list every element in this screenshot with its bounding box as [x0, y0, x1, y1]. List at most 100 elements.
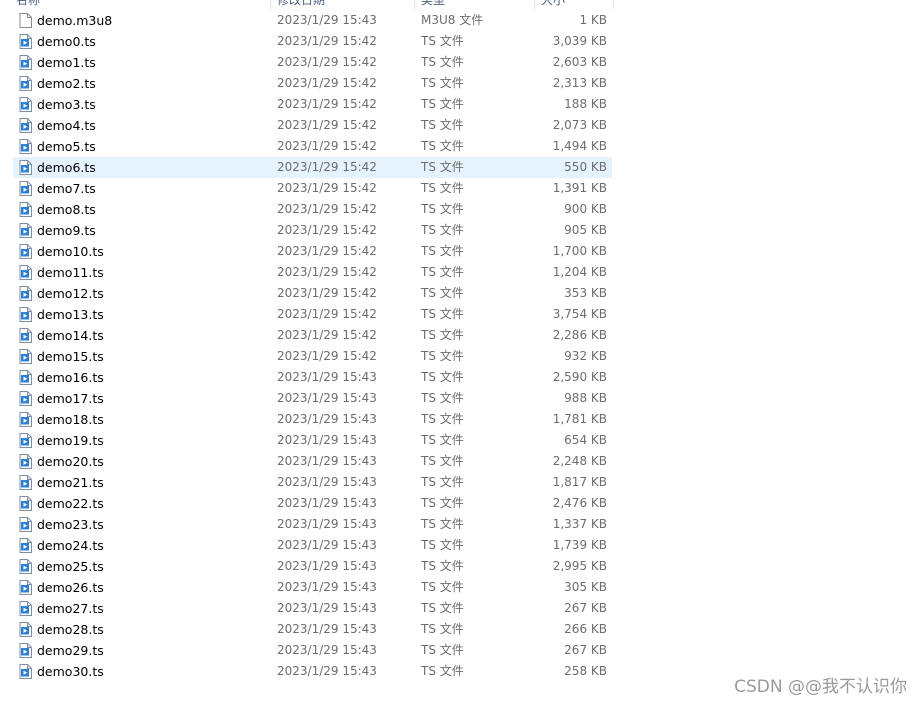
file-row[interactable]: demo6.ts 2023/1/29 15:42 TS 文件 550 KB [0, 157, 921, 178]
file-name[interactable]: demo19.ts [37, 430, 104, 451]
file-row[interactable]: demo9.ts 2023/1/29 15:42 TS 文件 905 KB [0, 220, 921, 241]
file-row[interactable]: demo13.ts 2023/1/29 15:42 TS 文件 3,754 KB [0, 304, 921, 325]
file-row[interactable]: demo1.ts 2023/1/29 15:42 TS 文件 2,603 KB [0, 52, 921, 73]
file-row[interactable]: demo20.ts 2023/1/29 15:43 TS 文件 2,248 KB [0, 451, 921, 472]
file-size: 1,337 KB [552, 517, 607, 531]
file-type: TS 文件 [421, 34, 464, 48]
file-row[interactable]: demo8.ts 2023/1/29 15:42 TS 文件 900 KB [0, 199, 921, 220]
file-size: 188 KB [564, 97, 607, 111]
file-row[interactable]: demo29.ts 2023/1/29 15:43 TS 文件 267 KB [0, 640, 921, 661]
file-name[interactable]: demo6.ts [37, 157, 96, 178]
file-row[interactable]: demo17.ts 2023/1/29 15:43 TS 文件 988 KB [0, 388, 921, 409]
file-row[interactable]: demo19.ts 2023/1/29 15:43 TS 文件 654 KB [0, 430, 921, 451]
file-size: 2,476 KB [552, 496, 607, 510]
file-size: 932 KB [564, 349, 607, 363]
column-divider[interactable] [414, 0, 415, 9]
watermark-text: CSDN @@我不认识你 [734, 677, 907, 697]
file-row[interactable]: demo26.ts 2023/1/29 15:43 TS 文件 305 KB [0, 577, 921, 598]
column-divider[interactable] [613, 0, 614, 9]
file-row[interactable]: demo3.ts 2023/1/29 15:42 TS 文件 188 KB [0, 94, 921, 115]
video-file-icon [19, 139, 32, 154]
file-name[interactable]: demo.m3u8 [37, 10, 112, 31]
file-row[interactable]: demo16.ts 2023/1/29 15:43 TS 文件 2,590 KB [0, 367, 921, 388]
file-type: TS 文件 [421, 622, 464, 636]
file-name[interactable]: demo4.ts [37, 115, 96, 136]
file-name[interactable]: demo11.ts [37, 262, 104, 283]
file-name[interactable]: demo14.ts [37, 325, 104, 346]
video-file-icon [19, 307, 32, 322]
file-name[interactable]: demo27.ts [37, 598, 104, 619]
file-name[interactable]: demo7.ts [37, 178, 96, 199]
file-modified-date: 2023/1/29 15:43 [277, 664, 377, 678]
file-modified-date: 2023/1/29 15:43 [277, 559, 377, 573]
file-name[interactable]: demo20.ts [37, 451, 104, 472]
file-name[interactable]: demo5.ts [37, 136, 96, 157]
file-name[interactable]: demo10.ts [37, 241, 104, 262]
file-row[interactable]: demo12.ts 2023/1/29 15:42 TS 文件 353 KB [0, 283, 921, 304]
file-name[interactable]: demo8.ts [37, 199, 96, 220]
file-row[interactable]: demo22.ts 2023/1/29 15:43 TS 文件 2,476 KB [0, 493, 921, 514]
file-row[interactable]: demo28.ts 2023/1/29 15:43 TS 文件 266 KB [0, 619, 921, 640]
column-header-date[interactable]: 修改日期 [277, 0, 325, 9]
file-size: 988 KB [564, 391, 607, 405]
file-name[interactable]: demo1.ts [37, 52, 96, 73]
file-modified-date: 2023/1/29 15:42 [277, 76, 377, 90]
file-name[interactable]: demo23.ts [37, 514, 104, 535]
column-header-name[interactable]: 名称 [16, 0, 40, 9]
file-name[interactable]: demo30.ts [37, 661, 104, 682]
file-name[interactable]: demo16.ts [37, 367, 104, 388]
file-name[interactable]: demo9.ts [37, 220, 96, 241]
file-row[interactable]: demo18.ts 2023/1/29 15:43 TS 文件 1,781 KB [0, 409, 921, 430]
column-divider[interactable] [534, 0, 535, 9]
file-row[interactable]: demo23.ts 2023/1/29 15:43 TS 文件 1,337 KB [0, 514, 921, 535]
file-row[interactable]: demo0.ts 2023/1/29 15:42 TS 文件 3,039 KB [0, 31, 921, 52]
file-type: TS 文件 [421, 139, 464, 153]
file-name[interactable]: demo26.ts [37, 577, 104, 598]
file-row[interactable]: demo.m3u8 2023/1/29 15:43 M3U8 文件 1 KB [0, 10, 921, 31]
file-row[interactable]: demo4.ts 2023/1/29 15:42 TS 文件 2,073 KB [0, 115, 921, 136]
file-row[interactable]: demo25.ts 2023/1/29 15:43 TS 文件 2,995 KB [0, 556, 921, 577]
file-name[interactable]: demo24.ts [37, 535, 104, 556]
video-file-icon [19, 475, 32, 490]
file-size: 1,391 KB [552, 181, 607, 195]
file-row[interactable]: demo11.ts 2023/1/29 15:42 TS 文件 1,204 KB [0, 262, 921, 283]
file-row[interactable]: demo14.ts 2023/1/29 15:42 TS 文件 2,286 KB [0, 325, 921, 346]
file-size: 2,995 KB [552, 559, 607, 573]
file-name[interactable]: demo29.ts [37, 640, 104, 661]
file-modified-date: 2023/1/29 15:43 [277, 601, 377, 615]
file-type: TS 文件 [421, 664, 464, 678]
file-row[interactable]: demo5.ts 2023/1/29 15:42 TS 文件 1,494 KB [0, 136, 921, 157]
file-row[interactable]: demo21.ts 2023/1/29 15:43 TS 文件 1,817 KB [0, 472, 921, 493]
file-row[interactable]: demo24.ts 2023/1/29 15:43 TS 文件 1,739 KB [0, 535, 921, 556]
file-type: TS 文件 [421, 433, 464, 447]
file-modified-date: 2023/1/29 15:43 [277, 370, 377, 384]
file-size: 2,603 KB [552, 55, 607, 69]
column-divider[interactable] [270, 0, 271, 9]
file-row[interactable]: demo10.ts 2023/1/29 15:42 TS 文件 1,700 KB [0, 241, 921, 262]
file-row[interactable]: demo15.ts 2023/1/29 15:42 TS 文件 932 KB [0, 346, 921, 367]
file-name[interactable]: demo17.ts [37, 388, 104, 409]
file-name[interactable]: demo22.ts [37, 493, 104, 514]
file-size: 1,817 KB [552, 475, 607, 489]
file-name[interactable]: demo21.ts [37, 472, 104, 493]
file-name[interactable]: demo2.ts [37, 73, 96, 94]
column-header-size[interactable]: 大小 [541, 0, 565, 9]
file-modified-date: 2023/1/29 15:42 [277, 328, 377, 342]
file-modified-date: 2023/1/29 15:42 [277, 55, 377, 69]
column-header-type[interactable]: 类型 [421, 0, 445, 9]
file-size: 266 KB [564, 622, 607, 636]
video-file-icon [19, 538, 32, 553]
file-name[interactable]: demo0.ts [37, 31, 96, 52]
file-name[interactable]: demo28.ts [37, 619, 104, 640]
file-name[interactable]: demo13.ts [37, 304, 104, 325]
file-name[interactable]: demo12.ts [37, 283, 104, 304]
file-name[interactable]: demo25.ts [37, 556, 104, 577]
file-name[interactable]: demo3.ts [37, 94, 96, 115]
video-file-icon [19, 244, 32, 259]
file-row[interactable]: demo7.ts 2023/1/29 15:42 TS 文件 1,391 KB [0, 178, 921, 199]
file-row[interactable]: demo27.ts 2023/1/29 15:43 TS 文件 267 KB [0, 598, 921, 619]
file-name[interactable]: demo18.ts [37, 409, 104, 430]
file-type: TS 文件 [421, 307, 464, 321]
file-name[interactable]: demo15.ts [37, 346, 104, 367]
file-row[interactable]: demo2.ts 2023/1/29 15:42 TS 文件 2,313 KB [0, 73, 921, 94]
